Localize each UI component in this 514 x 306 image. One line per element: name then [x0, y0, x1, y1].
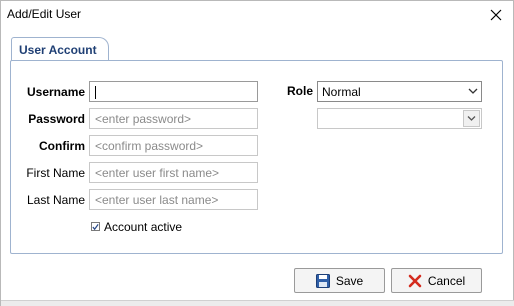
username-input[interactable]	[89, 81, 258, 102]
secondary-select[interactable]	[317, 108, 482, 129]
role-select[interactable]: Normal	[317, 81, 482, 102]
text-caret	[95, 86, 96, 100]
account-active-label: Account active	[104, 220, 183, 234]
username-label: Username	[27, 85, 86, 99]
chevron-down-icon	[467, 116, 476, 121]
account-active-checkbox[interactable]	[91, 222, 100, 231]
first-name-input[interactable]: <enter user first name>	[89, 162, 258, 183]
close-button[interactable]	[479, 1, 513, 29]
red-x-icon	[408, 274, 422, 288]
background-window-strip	[1, 300, 514, 306]
chevron-down-icon	[468, 88, 478, 94]
save-button[interactable]: Save	[294, 268, 385, 293]
role-select-value: Normal	[322, 85, 361, 99]
add-edit-user-dialog: Add/Edit User User Account Username Pass…	[0, 0, 514, 306]
cancel-button-label: Cancel	[427, 273, 466, 288]
role-label: Role	[286, 84, 313, 98]
tab-user-account-label: User Account	[19, 43, 97, 57]
cancel-button[interactable]: Cancel	[391, 268, 482, 293]
dropdown-button[interactable]	[463, 110, 480, 127]
tab-user-account[interactable]: User Account	[11, 37, 109, 61]
title-bar: Add/Edit User	[1, 1, 513, 29]
close-icon	[490, 9, 502, 21]
save-button-label: Save	[335, 273, 364, 288]
floppy-disk-icon	[315, 273, 330, 288]
last-name-input[interactable]: <enter user last name>	[89, 189, 258, 210]
window-title: Add/Edit User	[7, 7, 82, 21]
confirm-label: Confirm	[39, 139, 85, 153]
first-name-label: First Name	[26, 166, 85, 180]
checkmark-icon	[92, 223, 99, 230]
password-label: Password	[28, 112, 85, 126]
confirm-password-input[interactable]: <confirm password>	[89, 135, 258, 156]
last-name-label: Last Name	[26, 193, 85, 207]
password-input[interactable]: <enter password>	[89, 108, 258, 129]
